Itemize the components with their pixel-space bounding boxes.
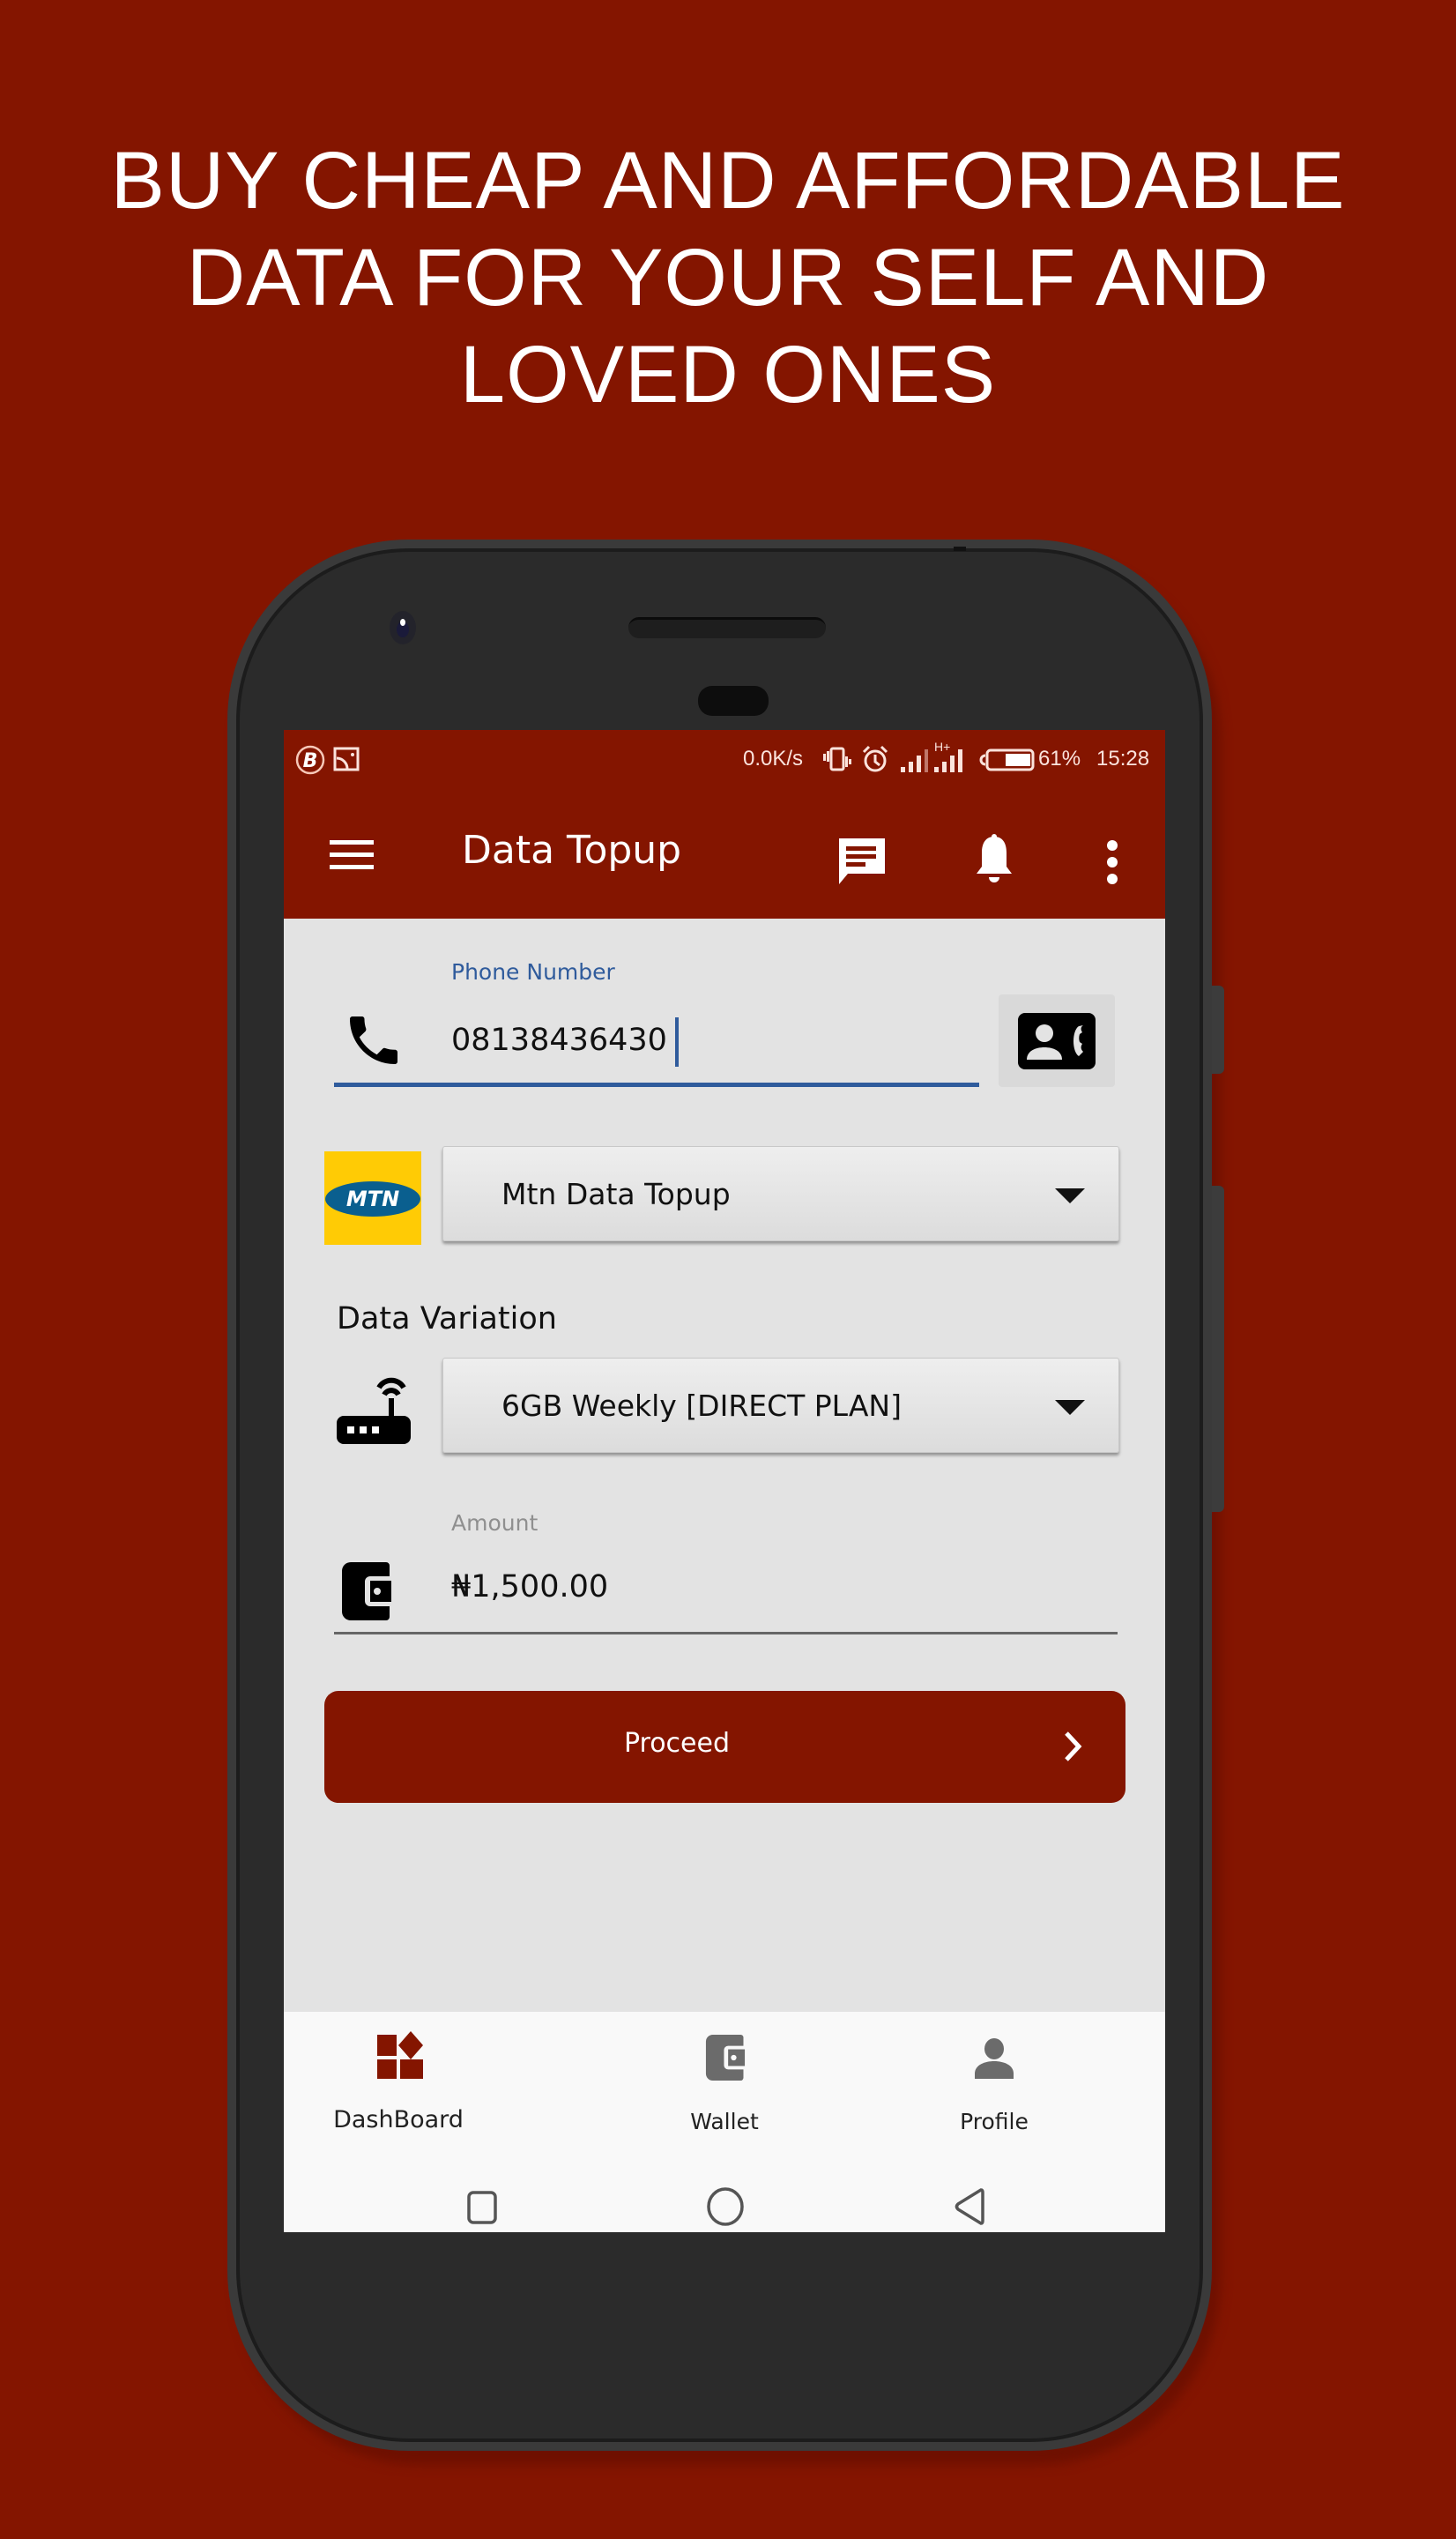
mtn-logo: MTN bbox=[324, 1151, 421, 1245]
amount-label: Amount bbox=[451, 1510, 539, 1536]
chevron-right-icon bbox=[1065, 1731, 1082, 1761]
phone-number-label: Phone Number bbox=[451, 959, 615, 985]
svg-text:B: B bbox=[303, 750, 318, 772]
earpiece-speaker bbox=[628, 617, 826, 638]
back-icon[interactable] bbox=[951, 2186, 990, 2227]
proceed-button-label: Proceed bbox=[623, 1728, 730, 1759]
volume-button bbox=[1212, 986, 1224, 1074]
bell-icon[interactable] bbox=[973, 833, 1015, 888]
chevron-down-icon bbox=[1055, 1400, 1085, 1415]
chevron-down-icon bbox=[1055, 1188, 1085, 1203]
amount-value: ₦1,500.00 bbox=[451, 1569, 609, 1605]
recents-icon[interactable] bbox=[463, 2188, 501, 2227]
data-variation-value: 6GB Weekly [DIRECT PLAN] bbox=[501, 1389, 902, 1423]
alarm-icon bbox=[862, 745, 888, 772]
more-vert-icon[interactable] bbox=[1103, 838, 1121, 886]
battery-icon bbox=[979, 748, 1035, 771]
network-dropdown-value: Mtn Data Topup bbox=[501, 1177, 731, 1211]
top-notch-mark bbox=[954, 547, 966, 551]
nav-item-wallet[interactable]: Wallet bbox=[628, 2021, 821, 2153]
nav-item-dashboard[interactable]: DashBoard bbox=[301, 2021, 495, 2153]
dashboard-icon bbox=[377, 2031, 423, 2079]
amount-input-underline bbox=[334, 1632, 1118, 1634]
app-bar: Data Topup bbox=[284, 789, 1165, 919]
nav-label-wallet: Wallet bbox=[690, 2109, 759, 2134]
wallet-icon bbox=[705, 2035, 746, 2081]
phone-input-underline bbox=[334, 1083, 979, 1087]
contact-phone-icon bbox=[1018, 1013, 1096, 1069]
nav-label-dashboard: DashBoard bbox=[333, 2106, 464, 2133]
status-bar: B 0.0K/s H+ 61% 15:28 bbox=[284, 730, 1165, 789]
clock-time: 15:28 bbox=[1096, 747, 1150, 771]
vibrate-icon bbox=[823, 747, 851, 771]
headline-line-1: BUY CHEAP AND AFFORDABLE bbox=[110, 136, 1346, 226]
proceed-button[interactable]: Proceed bbox=[324, 1691, 1125, 1803]
signal-icon: H+ bbox=[901, 741, 962, 772]
hamburger-menu-icon[interactable] bbox=[328, 837, 375, 872]
amount-input[interactable]: ₦1,500.00 bbox=[451, 1569, 1103, 1615]
battery-percent: 61% bbox=[1038, 747, 1081, 771]
network-type: H+ bbox=[934, 741, 950, 754]
router-icon bbox=[337, 1377, 411, 1444]
contact-picker-button[interactable] bbox=[999, 994, 1115, 1087]
mtn-logo-text: MTN bbox=[345, 1187, 400, 1211]
power-button bbox=[1212, 1186, 1224, 1512]
text-cursor bbox=[675, 1017, 679, 1067]
phone-number-input[interactable]: 08138436430 bbox=[451, 1017, 1015, 1070]
nav-label-profile: Profile bbox=[960, 2109, 1029, 2134]
b-circle-icon: B bbox=[295, 745, 325, 775]
message-icon[interactable] bbox=[836, 835, 888, 888]
headline-line-3: LOVED ONES bbox=[459, 330, 997, 420]
page-title: Data Topup bbox=[462, 828, 682, 873]
phone-number-value: 08138436430 bbox=[451, 1023, 667, 1058]
home-icon[interactable] bbox=[705, 2186, 746, 2227]
cast-icon bbox=[333, 747, 360, 771]
phone-icon bbox=[350, 1016, 397, 1064]
network-dropdown[interactable]: Mtn Data Topup bbox=[442, 1146, 1119, 1241]
nav-item-profile[interactable]: Profile bbox=[897, 2021, 1091, 2153]
front-camera-icon bbox=[390, 611, 416, 644]
person-icon bbox=[975, 2038, 1014, 2079]
data-variation-label: Data Variation bbox=[337, 1301, 557, 1337]
network-speed: 0.0K/s bbox=[743, 747, 804, 771]
wallet-icon bbox=[342, 1562, 391, 1620]
proximity-sensor bbox=[698, 686, 769, 716]
headline-line-2: DATA FOR YOUR SELF AND bbox=[186, 233, 1270, 323]
data-variation-dropdown[interactable]: 6GB Weekly [DIRECT PLAN] bbox=[442, 1358, 1119, 1453]
promo-headline: BUY CHEAP AND AFFORDABLE DATA FOR YOUR S… bbox=[0, 132, 1456, 423]
bottom-navigation: DashBoard Wallet Profile bbox=[284, 2012, 1165, 2232]
app-screen: B 0.0K/s H+ 61% 15:28 Data Topup Phone N… bbox=[284, 730, 1165, 2232]
